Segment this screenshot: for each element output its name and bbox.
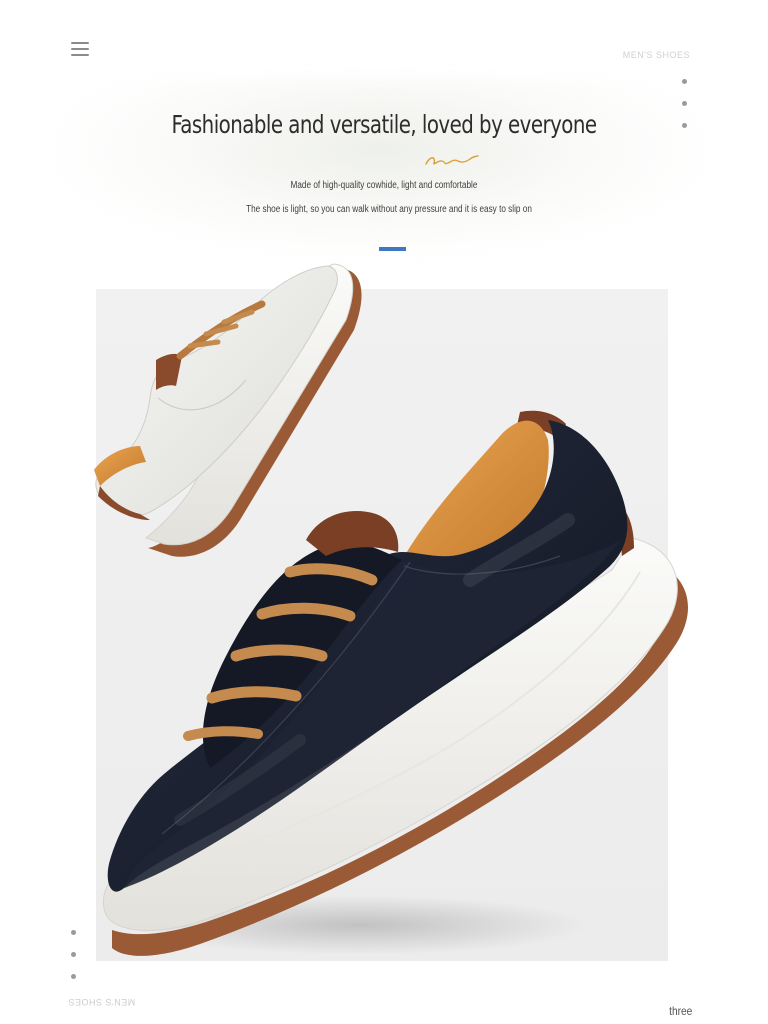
product-image: [94, 263, 689, 956]
page-number: three: [668, 1004, 692, 1018]
brand-label-mirrored: MEN'S SHOES: [68, 997, 136, 1007]
decorative-dots-bottom: [71, 930, 76, 979]
white-sneaker: [94, 263, 362, 557]
product-page: MEN'S SHOES Fashionable and versatile, l…: [0, 0, 768, 1024]
